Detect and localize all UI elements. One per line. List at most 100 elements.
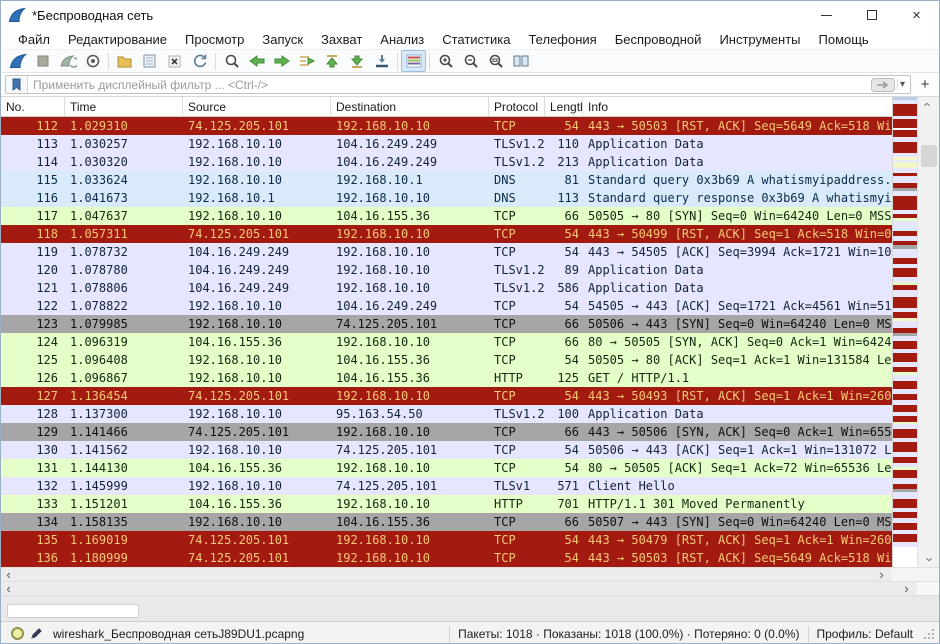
packet-row[interactable]: 1261.096867192.168.10.10104.16.155.36HTT…	[1, 369, 894, 387]
minimize-button[interactable]	[804, 1, 849, 29]
menu-item-statistics[interactable]: Статистика	[433, 32, 519, 47]
menu-item-file[interactable]: Файл	[9, 32, 59, 47]
packet-row[interactable]: 1121.02931074.125.205.101192.168.10.10TC…	[1, 117, 894, 135]
colorize-toggle[interactable]	[401, 50, 426, 72]
save-file-button[interactable]	[137, 50, 162, 72]
cell-dst: 192.168.10.1	[331, 171, 489, 189]
packet-row[interactable]: 1161.041673192.168.10.1192.168.10.10DNS1…	[1, 189, 894, 207]
menu-item-edit[interactable]: Редактирование	[59, 32, 176, 47]
packet-row[interactable]: 1241.096319104.16.155.36192.168.10.10TCP…	[1, 333, 894, 351]
start-capture-button[interactable]	[5, 50, 30, 72]
zoom-reset-button[interactable]	[483, 50, 508, 72]
packet-row[interactable]: 1191.078732104.16.249.249192.168.10.10TC…	[1, 243, 894, 261]
packet-row[interactable]: 1201.078780104.16.249.249192.168.10.10TL…	[1, 261, 894, 279]
packet-row[interactable]: 1251.096408192.168.10.10104.16.155.36TCP…	[1, 351, 894, 369]
cell-len: 54	[545, 441, 583, 459]
packet-row[interactable]: 1221.078822192.168.10.10104.16.249.249TC…	[1, 297, 894, 315]
vertical-scrollbar[interactable]: ‹ ‹	[917, 97, 939, 567]
go-to-bottom-button[interactable]	[344, 50, 369, 72]
cell-len: 54	[545, 387, 583, 405]
packet-row[interactable]: 1321.145999192.168.10.1074.125.205.101TL…	[1, 477, 894, 495]
zoom-out-button[interactable]	[458, 50, 483, 72]
horizontal-scrollbar-list[interactable]: ‹ ›	[1, 567, 939, 581]
packet-row[interactable]: 1231.079985192.168.10.1074.125.205.101TC…	[1, 315, 894, 333]
auto-scroll-toggle[interactable]	[369, 50, 394, 72]
scroll-up-arrow[interactable]: ‹	[918, 97, 939, 112]
scroll-right-arrow[interactable]: ›	[899, 582, 914, 595]
capture-comment-icon[interactable]	[30, 627, 43, 640]
expert-info-icon[interactable]	[11, 627, 24, 640]
horizontal-scrollbar-secondary[interactable]: ‹ ›	[1, 581, 939, 595]
packet-row[interactable]: 1301.141562192.168.10.1074.125.205.101TC…	[1, 441, 894, 459]
go-forward-button[interactable]	[269, 50, 294, 72]
menu-item-help[interactable]: Помощь	[810, 32, 878, 47]
close-button[interactable]: ×	[894, 1, 939, 29]
column-header-length[interactable]: Length	[545, 97, 583, 116]
minimap-stripe	[893, 176, 917, 183]
capture-options-button[interactable]	[80, 50, 105, 72]
menu-item-tools[interactable]: Инструменты	[710, 32, 809, 47]
packet-row[interactable]: 1311.144130104.16.155.36192.168.10.10TCP…	[1, 459, 894, 477]
cell-dst: 104.16.249.249	[331, 297, 489, 315]
cell-proto: HTTP	[489, 369, 545, 387]
maximize-button[interactable]	[849, 1, 894, 29]
column-header-info[interactable]: Info	[583, 97, 894, 116]
cell-dst: 104.16.249.249	[331, 135, 489, 153]
display-filter-input[interactable]	[28, 78, 871, 92]
restart-capture-button[interactable]	[55, 50, 80, 72]
packet-row[interactable]: 1291.14146674.125.205.101192.168.10.10TC…	[1, 423, 894, 441]
packet-row[interactable]: 1351.16901974.125.205.101192.168.10.10TC…	[1, 531, 894, 549]
menu-item-analyze[interactable]: Анализ	[371, 32, 433, 47]
close-file-button[interactable]	[162, 50, 187, 72]
menu-item-go[interactable]: Запуск	[253, 32, 312, 47]
packet-row[interactable]: 1151.033624192.168.10.10192.168.10.1DNS8…	[1, 171, 894, 189]
reload-file-button[interactable]	[187, 50, 212, 72]
resize-columns-button[interactable]	[508, 50, 533, 72]
cell-len: 54	[545, 459, 583, 477]
add-filter-button[interactable]: +	[915, 76, 935, 93]
menu-item-telephony[interactable]: Телефония	[519, 32, 605, 47]
packet-row[interactable]: 1341.158135192.168.10.10104.16.155.36TCP…	[1, 513, 894, 531]
cell-src: 192.168.10.10	[183, 171, 331, 189]
packet-row[interactable]: 1141.030320192.168.10.10104.16.249.249TL…	[1, 153, 894, 171]
column-header-protocol[interactable]: Protocol	[489, 97, 545, 116]
go-back-button[interactable]	[244, 50, 269, 72]
menu-item-view[interactable]: Просмотр	[176, 32, 253, 47]
column-header-source[interactable]: Source	[183, 97, 331, 116]
column-header-destination[interactable]: Destination	[331, 97, 489, 116]
packet-row[interactable]: 1331.151201104.16.155.36192.168.10.10HTT…	[1, 495, 894, 513]
filter-history-caret[interactable]: ▾	[897, 79, 910, 90]
packet-row[interactable]: 1131.030257192.168.10.10104.16.249.249TL…	[1, 135, 894, 153]
scroll-left-arrow[interactable]: ‹	[1, 568, 16, 581]
packet-row[interactable]: 1281.137300192.168.10.1095.163.54.50TLSv…	[1, 405, 894, 423]
arrow-left-icon	[248, 54, 266, 68]
resize-grip[interactable]	[923, 628, 935, 640]
stop-capture-button[interactable]	[30, 50, 55, 72]
apply-filter-button[interactable]	[871, 78, 895, 92]
cell-info: 80 → 50505 [SYN, ACK] Seq=0 Ack=1 Win=64…	[583, 333, 894, 351]
go-to-top-button[interactable]	[319, 50, 344, 72]
packet-row[interactable]: 1171.047637192.168.10.10104.16.155.36TCP…	[1, 207, 894, 225]
cell-no: 135	[1, 531, 65, 549]
filter-bookmark-button[interactable]	[6, 76, 28, 93]
cell-no: 130	[1, 441, 65, 459]
packet-minimap[interactable]	[892, 97, 917, 567]
zoom-in-button[interactable]	[433, 50, 458, 72]
profile-label[interactable]: Профиль: Default	[808, 626, 922, 642]
packet-row[interactable]: 1361.18099974.125.205.101192.168.10.10TC…	[1, 549, 894, 567]
find-packet-button[interactable]	[219, 50, 244, 72]
menu-item-capture[interactable]: Захват	[312, 32, 371, 47]
packet-row[interactable]: 1211.078806104.16.249.249192.168.10.10TL…	[1, 279, 894, 297]
scroll-left-arrow[interactable]: ‹	[1, 582, 16, 595]
packet-row[interactable]: 1181.05731174.125.205.101192.168.10.10TC…	[1, 225, 894, 243]
vertical-scrollbar-thumb[interactable]	[921, 145, 937, 167]
packet-row[interactable]: 1271.13645474.125.205.101192.168.10.10TC…	[1, 387, 894, 405]
column-header-no[interactable]: No.	[1, 97, 65, 116]
scroll-down-arrow[interactable]: ‹	[918, 552, 939, 567]
open-file-button[interactable]	[112, 50, 137, 72]
cell-time: 1.041673	[65, 189, 183, 207]
menu-item-wireless[interactable]: Беспроводной	[606, 32, 711, 47]
scroll-right-arrow[interactable]: ›	[874, 568, 889, 581]
column-header-time[interactable]: Time	[65, 97, 183, 116]
go-to-packet-button[interactable]	[294, 50, 319, 72]
